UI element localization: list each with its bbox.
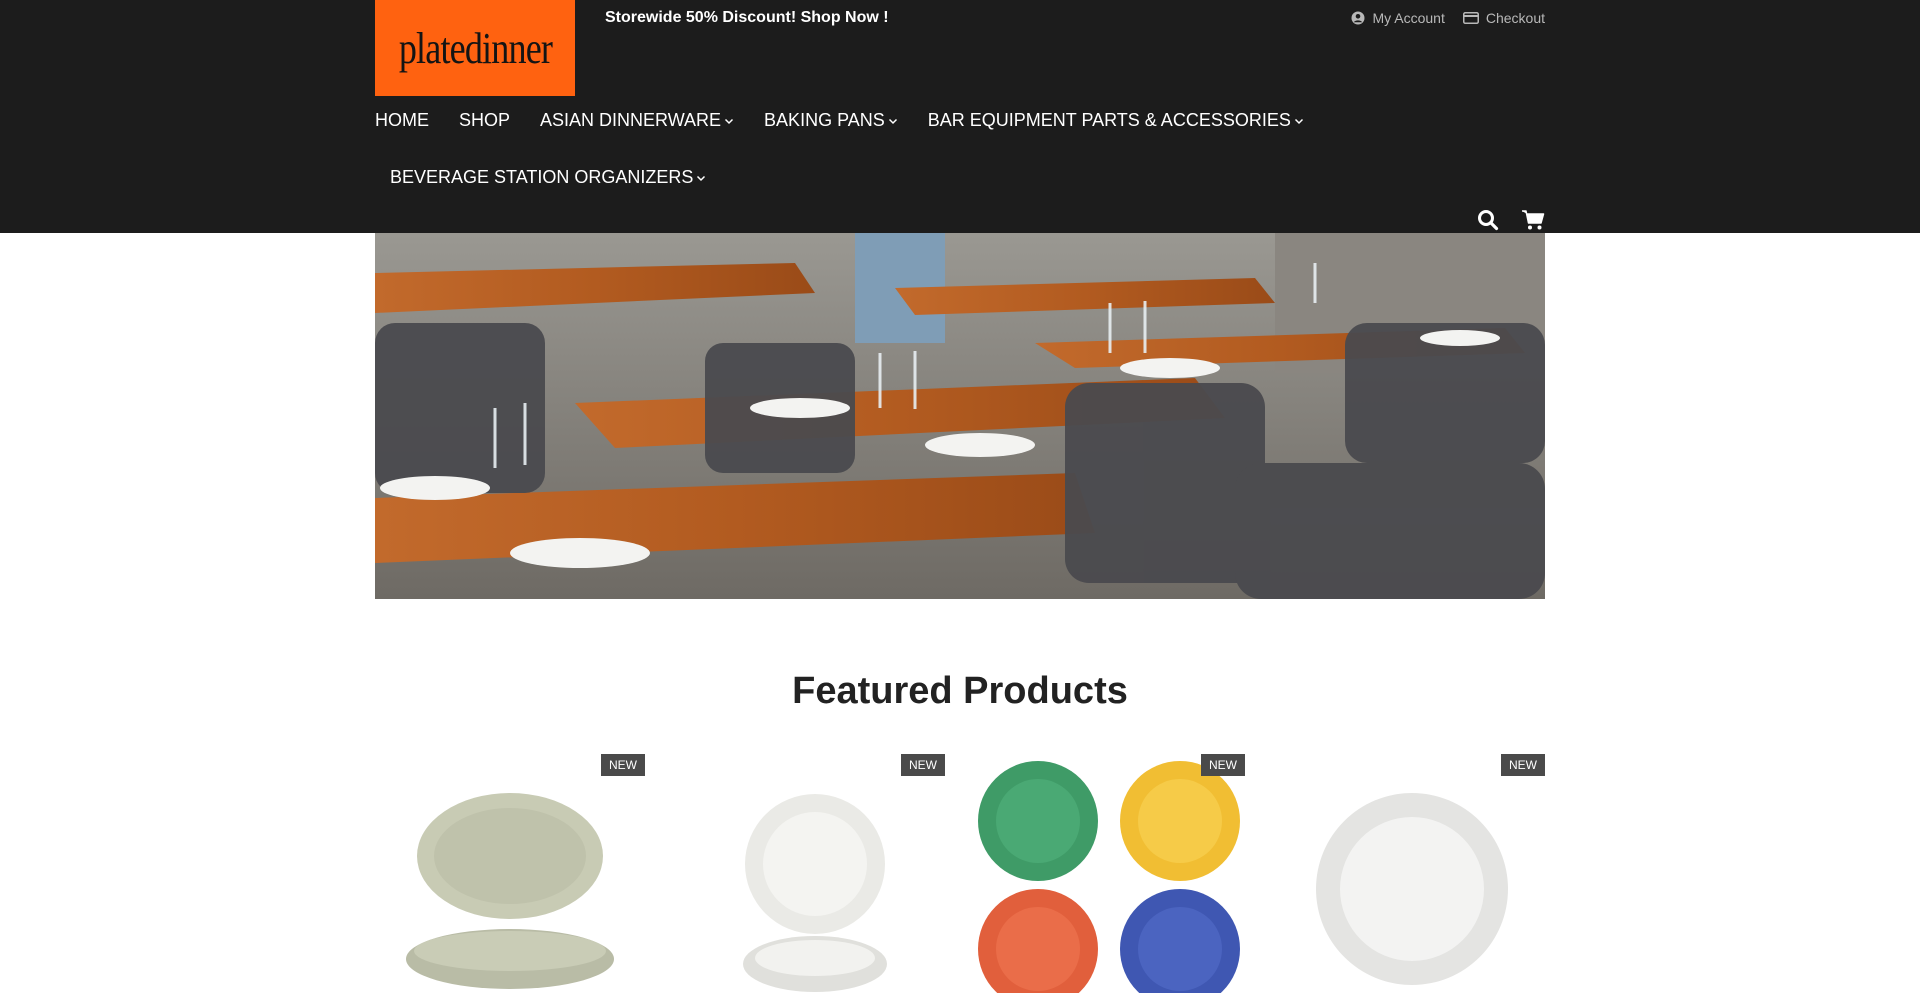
product-card[interactable]: NEW — [375, 754, 645, 993]
nav-label: SHOP — [459, 110, 511, 130]
chevron-down-icon — [725, 118, 734, 124]
product-card[interactable]: NEW — [675, 754, 945, 993]
product-image — [406, 793, 614, 989]
top-links: My Account Checkout — [1351, 10, 1545, 26]
hero-banner-image — [375, 233, 1545, 599]
featured-products-title: Featured Products — [792, 670, 1128, 712]
cart-icon[interactable] — [1521, 209, 1545, 231]
product-card[interactable]: NEW — [975, 754, 1245, 993]
site-header: platedinner Storewide 50% Discount! Shop… — [0, 0, 1920, 233]
product-image — [743, 794, 887, 992]
nav-label: BAR EQUIPMENT PARTS & ACCESSORIES — [927, 110, 1291, 130]
header-icons — [1477, 209, 1545, 231]
nav-item-bar-equipment[interactable]: BAR EQUIPMENT PARTS & ACCESSORIES — [928, 110, 1304, 131]
chevron-down-icon — [888, 118, 897, 124]
main-nav: HOME SHOP ASIAN DINNERWARE BAKING PANS B… — [375, 110, 1334, 131]
product-image — [1316, 793, 1508, 985]
my-account-link[interactable]: My Account — [1351, 10, 1445, 26]
product-card[interactable]: NEW — [1275, 754, 1545, 993]
new-badge: NEW — [601, 754, 645, 776]
search-icon[interactable] — [1477, 209, 1499, 231]
new-badge: NEW — [1501, 754, 1545, 776]
my-account-label: My Account — [1372, 10, 1445, 26]
chevron-down-icon — [1294, 118, 1303, 124]
checkout-label: Checkout — [1485, 10, 1545, 26]
main-nav-row-2: BEVERAGE STATION ORGANIZERS — [390, 167, 736, 188]
nav-item-home[interactable]: HOME — [375, 110, 429, 131]
nav-item-shop[interactable]: SHOP — [459, 110, 510, 131]
user-circle-icon — [1351, 11, 1365, 25]
featured-products-grid: NEW NEW NEW NEW — [375, 754, 1545, 993]
nav-item-beverage-station[interactable]: BEVERAGE STATION ORGANIZERS — [390, 167, 706, 188]
nav-item-baking-pans[interactable]: BAKING PANS — [764, 110, 898, 131]
nav-item-asian-dinnerware[interactable]: ASIAN DINNERWARE — [540, 110, 734, 131]
new-badge: NEW — [901, 754, 945, 776]
logo-text: platedinner — [398, 23, 552, 73]
checkout-link[interactable]: Checkout — [1462, 10, 1545, 26]
nav-label: BAKING PANS — [764, 110, 885, 130]
credit-card-icon — [1462, 12, 1479, 24]
promo-banner-text[interactable]: Storewide 50% Discount! Shop Now ! — [605, 9, 889, 27]
nav-label: ASIAN DINNERWARE — [540, 110, 722, 130]
chevron-down-icon — [697, 175, 706, 181]
nav-label: HOME — [375, 110, 429, 130]
site-logo[interactable]: platedinner — [375, 0, 575, 96]
new-badge: NEW — [1201, 754, 1245, 776]
product-image — [978, 761, 1240, 993]
nav-label: BEVERAGE STATION ORGANIZERS — [390, 167, 694, 187]
